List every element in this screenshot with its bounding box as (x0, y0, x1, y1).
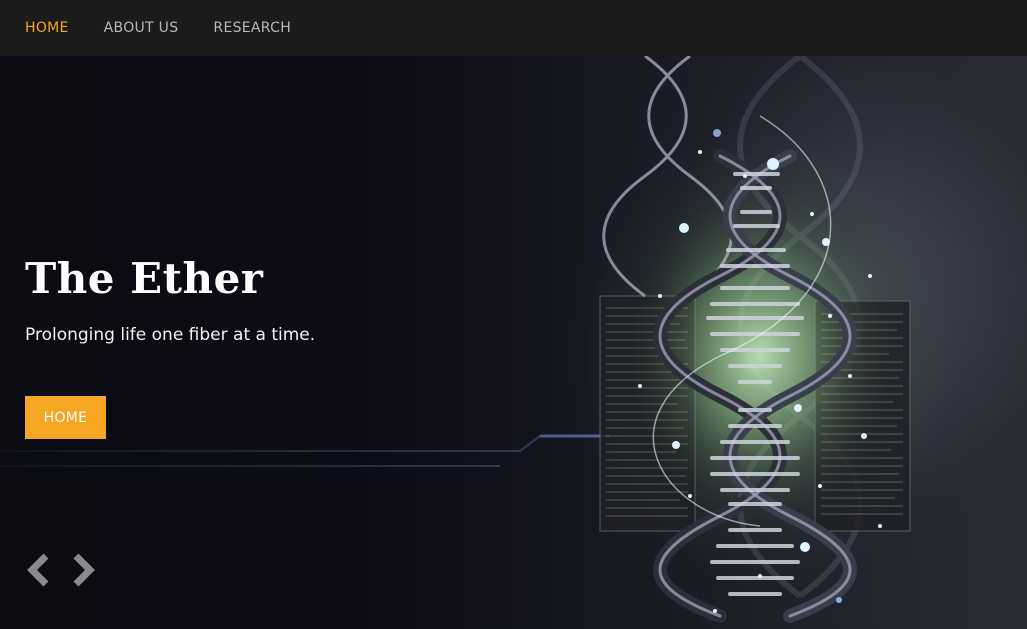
carousel-prev-button[interactable] (24, 550, 54, 590)
hero-carousel: The Ether Prolonging life one fiber at a… (0, 56, 1027, 629)
carousel-next-button[interactable] (68, 550, 98, 590)
top-navbar: HOME ABOUT US RESEARCH (0, 0, 1027, 56)
nav-research-link[interactable]: RESEARCH (213, 20, 291, 36)
hero-title: The Ether (25, 254, 264, 303)
chevron-right-icon (73, 553, 95, 587)
nav-about-us-link[interactable]: ABOUT US (104, 20, 179, 36)
hero-subtitle: Prolonging life one fiber at a time. (25, 325, 316, 345)
nav-home-link[interactable]: HOME (25, 20, 69, 36)
chevron-left-icon (27, 553, 49, 587)
hero-home-button[interactable]: HOME (25, 396, 106, 439)
